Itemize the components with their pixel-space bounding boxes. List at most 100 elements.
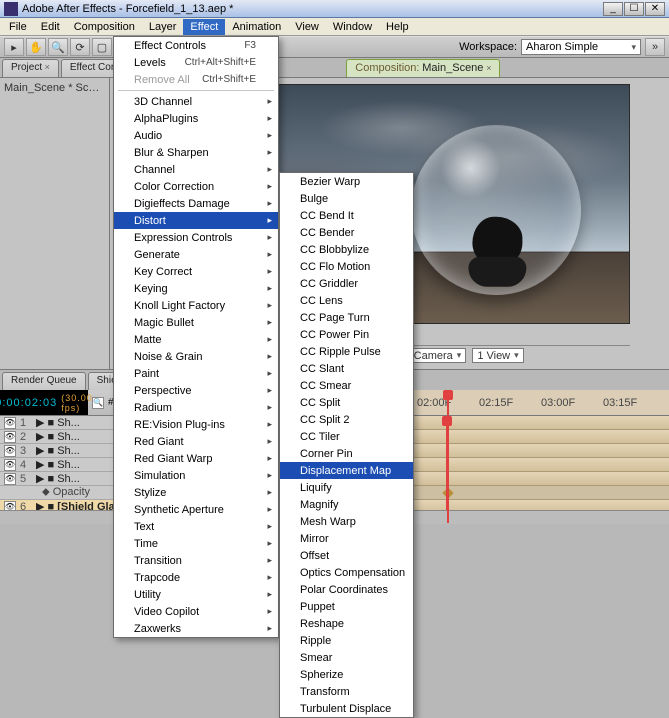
menuitem-radium[interactable]: Radium	[114, 399, 278, 416]
menuitem-audio[interactable]: Audio	[114, 127, 278, 144]
menuitem-distort[interactable]: Distort	[114, 212, 278, 229]
tool-2[interactable]: 🔍	[48, 38, 68, 56]
menuitem-matte[interactable]: Matte	[114, 331, 278, 348]
menuitem-color-correction[interactable]: Color Correction	[114, 178, 278, 195]
menuitem-cc-griddler[interactable]: CC Griddler	[280, 275, 413, 292]
menuitem-effect-controls[interactable]: Effect ControlsF3	[114, 37, 278, 54]
menuitem-optics-compensation[interactable]: Optics Compensation	[280, 564, 413, 581]
menuitem-offset[interactable]: Offset	[280, 547, 413, 564]
eye-icon[interactable]: 👁	[4, 417, 16, 429]
menuitem-liquify[interactable]: Liquify	[280, 479, 413, 496]
menuitem-spherize[interactable]: Spherize	[280, 666, 413, 683]
workspace-select[interactable]: Aharon Simple ▾	[521, 39, 641, 55]
menuitem-cc-slant[interactable]: CC Slant	[280, 360, 413, 377]
menuitem-cc-tiler[interactable]: CC Tiler	[280, 428, 413, 445]
timecode-display[interactable]: 0:00:02:03(30.00 fps)	[0, 390, 88, 415]
menuitem-mesh-warp[interactable]: Mesh Warp	[280, 513, 413, 530]
menuitem-cc-smear[interactable]: CC Smear	[280, 377, 413, 394]
menuitem-3d-channel[interactable]: 3D Channel	[114, 93, 278, 110]
search-icon[interactable]: 🔍	[92, 397, 104, 409]
menuitem-re-vision-plug-ins[interactable]: RE:Vision Plug-ins	[114, 416, 278, 433]
menuitem-cc-split[interactable]: CC Split	[280, 394, 413, 411]
menuitem-magic-bullet[interactable]: Magic Bullet	[114, 314, 278, 331]
viewer-views[interactable]: 1 View▾	[472, 348, 523, 363]
menuitem-cc-split-2[interactable]: CC Split 2	[280, 411, 413, 428]
menuitem-bezier-warp[interactable]: Bezier Warp	[280, 173, 413, 190]
menu-effect[interactable]: Effect	[183, 19, 225, 35]
window-title: Adobe After Effects - Forcefield_1_13.ae…	[22, 3, 603, 15]
tool-3[interactable]: ⟳	[70, 38, 90, 56]
menuitem-zaxwerks[interactable]: Zaxwerks	[114, 620, 278, 637]
menuitem-red-giant-warp[interactable]: Red Giant Warp	[114, 450, 278, 467]
menuitem-transition[interactable]: Transition	[114, 552, 278, 569]
menu-composition[interactable]: Composition	[67, 19, 142, 35]
menuitem-smear[interactable]: Smear	[280, 649, 413, 666]
tab-composition[interactable]: Composition: Main_Scene	[346, 59, 500, 77]
menuitem-digieffects-damage[interactable]: Digieffects Damage	[114, 195, 278, 212]
menuitem-red-giant[interactable]: Red Giant	[114, 433, 278, 450]
menu-layer[interactable]: Layer	[142, 19, 184, 35]
menuitem-channel[interactable]: Channel	[114, 161, 278, 178]
menuitem-simulation[interactable]: Simulation	[114, 467, 278, 484]
eye-icon[interactable]: 👁	[4, 459, 16, 471]
eye-icon[interactable]: 👁	[4, 501, 16, 511]
menuitem-reshape[interactable]: Reshape	[280, 615, 413, 632]
tool-0[interactable]: ▸	[4, 38, 24, 56]
menuitem-cc-power-pin[interactable]: CC Power Pin	[280, 326, 413, 343]
menuitem-time[interactable]: Time	[114, 535, 278, 552]
menuitem-cc-bend-it[interactable]: CC Bend It	[280, 207, 413, 224]
menuitem-cc-lens[interactable]: CC Lens	[280, 292, 413, 309]
menu-help[interactable]: Help	[379, 19, 416, 35]
tab-project[interactable]: Project	[2, 59, 59, 77]
menuitem-cc-blobbylize[interactable]: CC Blobbylize	[280, 241, 413, 258]
menuitem-transform[interactable]: Transform	[280, 683, 413, 700]
maximize-button[interactable]: ☐	[624, 2, 644, 16]
menuitem-perspective[interactable]: Perspective	[114, 382, 278, 399]
menu-edit[interactable]: Edit	[34, 19, 67, 35]
menuitem-video-copilot[interactable]: Video Copilot	[114, 603, 278, 620]
project-panel[interactable]: Main_Scene * Scene Elements	[0, 78, 110, 369]
menuitem-ripple[interactable]: Ripple	[280, 632, 413, 649]
menuitem-corner-pin[interactable]: Corner Pin	[280, 445, 413, 462]
menuitem-keying[interactable]: Keying	[114, 280, 278, 297]
menuitem-cc-flo-motion[interactable]: CC Flo Motion	[280, 258, 413, 275]
eye-icon[interactable]: 👁	[4, 445, 16, 457]
menuitem-cc-bender[interactable]: CC Bender	[280, 224, 413, 241]
menuitem-levels[interactable]: LevelsCtrl+Alt+Shift+E	[114, 54, 278, 71]
menuitem-turbulent-displace[interactable]: Turbulent Displace	[280, 700, 413, 717]
menuitem-stylize[interactable]: Stylize	[114, 484, 278, 501]
menuitem-knoll-light-factory[interactable]: Knoll Light Factory	[114, 297, 278, 314]
menuitem-key-correct[interactable]: Key Correct	[114, 263, 278, 280]
menuitem-blur-sharpen[interactable]: Blur & Sharpen	[114, 144, 278, 161]
menuitem-utility[interactable]: Utility	[114, 586, 278, 603]
menuitem-bulge[interactable]: Bulge	[280, 190, 413, 207]
eye-icon[interactable]: 👁	[4, 431, 16, 443]
doc-name: Forcefield_1_13.aep *	[126, 3, 234, 15]
menu-file[interactable]: File	[2, 19, 34, 35]
menu-window[interactable]: Window	[326, 19, 379, 35]
menuitem-expression-controls[interactable]: Expression Controls	[114, 229, 278, 246]
menuitem-noise-grain[interactable]: Noise & Grain	[114, 348, 278, 365]
cti-line[interactable]	[446, 416, 448, 510]
tool-1[interactable]: ✋	[26, 38, 46, 56]
menuitem-paint[interactable]: Paint	[114, 365, 278, 382]
menuitem-trapcode[interactable]: Trapcode	[114, 569, 278, 586]
menuitem-polar-coordinates[interactable]: Polar Coordinates	[280, 581, 413, 598]
eye-icon[interactable]: 👁	[4, 473, 16, 485]
menuitem-text[interactable]: Text	[114, 518, 278, 535]
menuitem-cc-ripple-pulse[interactable]: CC Ripple Pulse	[280, 343, 413, 360]
tab-render-queue[interactable]: Render Queue	[2, 372, 86, 390]
menu-view[interactable]: View	[288, 19, 326, 35]
menuitem-alphaplugins[interactable]: AlphaPlugins	[114, 110, 278, 127]
menuitem-cc-page-turn[interactable]: CC Page Turn	[280, 309, 413, 326]
menuitem-displacement-map[interactable]: Displacement Map	[280, 462, 413, 479]
workspace-menu-button[interactable]: »	[645, 38, 665, 56]
menuitem-mirror[interactable]: Mirror	[280, 530, 413, 547]
tool-4[interactable]: ▢	[92, 38, 112, 56]
minimize-button[interactable]: _	[603, 2, 623, 16]
menu-animation[interactable]: Animation	[225, 19, 288, 35]
menuitem-puppet[interactable]: Puppet	[280, 598, 413, 615]
close-button[interactable]: ✕	[645, 2, 665, 16]
menuitem-generate[interactable]: Generate	[114, 246, 278, 263]
menuitem-magnify[interactable]: Magnify	[280, 496, 413, 513]
